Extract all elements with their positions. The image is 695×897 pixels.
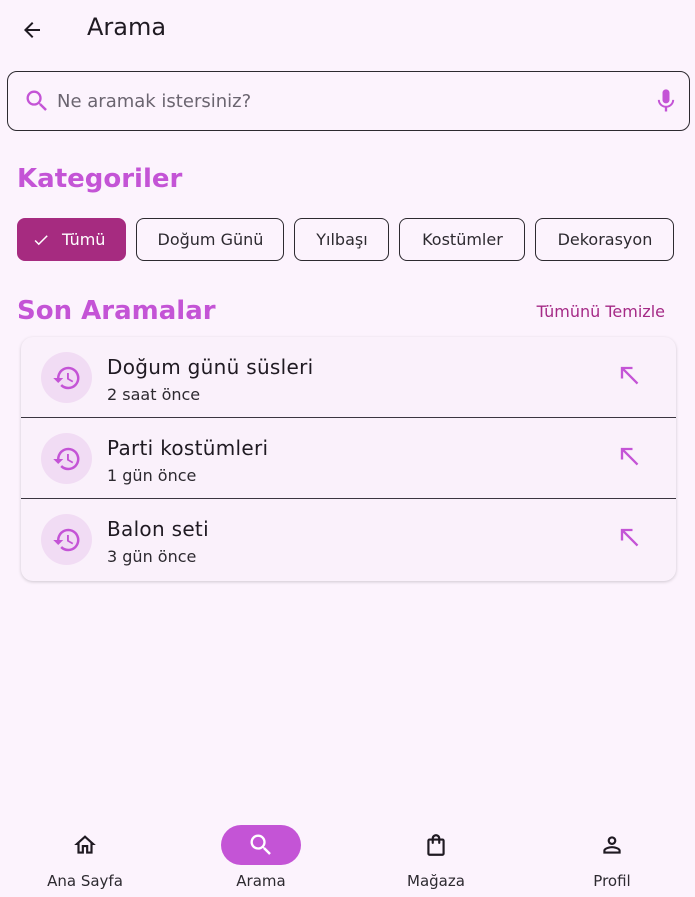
arrow-back-icon [24, 22, 40, 38]
history-icon [52, 366, 79, 389]
nav-item-profile[interactable]: Profil [542, 810, 682, 897]
search-input[interactable] [57, 86, 637, 116]
bottom-navigation-bar: Ana Sayfa Arama Mağaza Profil [0, 810, 695, 897]
chip-costumes[interactable]: Kostümler [399, 218, 526, 261]
list-item[interactable]: Doğum günü süsleri 2 saat önce [21, 337, 676, 418]
history-icon-container [41, 352, 92, 403]
chip-label: Tümü [62, 230, 106, 249]
nav-label: Ana Sayfa [47, 872, 123, 890]
chip-label: Doğum Günü [157, 230, 264, 249]
search-time: 2 saat önce [107, 385, 201, 404]
check-icon [34, 234, 48, 245]
shopping-bag-icon [427, 834, 445, 856]
search-term: Parti kostümleri [107, 436, 269, 460]
history-icon [52, 528, 79, 551]
north-west-arrow-icon[interactable] [615, 442, 643, 470]
nav-label: Profil [593, 872, 631, 890]
chip-new-year[interactable]: Yılbaşı [294, 218, 390, 261]
nav-item-search[interactable]: Arama [191, 810, 331, 897]
page-title: Arama [87, 13, 167, 41]
back-button[interactable] [12, 10, 52, 50]
microphone-icon[interactable] [652, 85, 680, 117]
history-icon-container [41, 433, 92, 484]
search-icon [250, 834, 271, 855]
nav-icon-container [396, 825, 476, 865]
north-west-arrow-icon[interactable] [615, 361, 643, 389]
nav-icon-container [45, 825, 125, 865]
clear-all-button[interactable]: Tümünü Temizle [537, 302, 665, 321]
nav-item-home[interactable]: Ana Sayfa [15, 810, 155, 897]
nav-item-store[interactable]: Mağaza [366, 810, 506, 897]
list-item[interactable]: Balon seti 3 gün önce [21, 499, 676, 580]
chip-label: Kostümler [422, 230, 503, 249]
list-item[interactable]: Parti kostümleri 1 gün önce [21, 418, 676, 499]
history-icon [52, 447, 79, 470]
home-icon [74, 835, 96, 854]
search-field[interactable] [7, 71, 690, 131]
search-time: 3 gün önce [107, 547, 197, 566]
nav-label: Arama [236, 872, 286, 890]
nav-icon-container [221, 825, 301, 865]
person-icon [603, 836, 621, 854]
chip-label: Yılbaşı [316, 230, 368, 249]
chip-birthday[interactable]: Doğum Günü [136, 218, 285, 261]
search-screen: Arama Kategoriler Tümü Doğum Günü Yılbaş… [0, 0, 695, 897]
categories-heading: Kategoriler [17, 164, 183, 194]
category-chips: Tümü Doğum Günü Yılbaşı Kostümler Dekora… [17, 218, 675, 261]
nav-label: Mağaza [407, 872, 465, 890]
chip-label: Dekorasyon [557, 230, 653, 249]
north-west-arrow-icon[interactable] [615, 523, 643, 551]
recent-searches-heading: Son Aramalar [17, 296, 216, 326]
search-term: Doğum günü süsleri [107, 355, 314, 379]
top-app-bar: Arama [0, 0, 695, 58]
search-time: 1 gün önce [107, 466, 197, 485]
chip-decoration[interactable]: Dekorasyon [535, 218, 675, 261]
search-icon [26, 90, 47, 111]
chip-all[interactable]: Tümü [17, 218, 127, 261]
history-icon-container [41, 514, 92, 565]
search-term: Balon seti [107, 517, 209, 541]
nav-icon-container [572, 825, 652, 865]
recent-searches-list: Doğum günü süsleri 2 saat önce Parti kos… [21, 337, 676, 581]
